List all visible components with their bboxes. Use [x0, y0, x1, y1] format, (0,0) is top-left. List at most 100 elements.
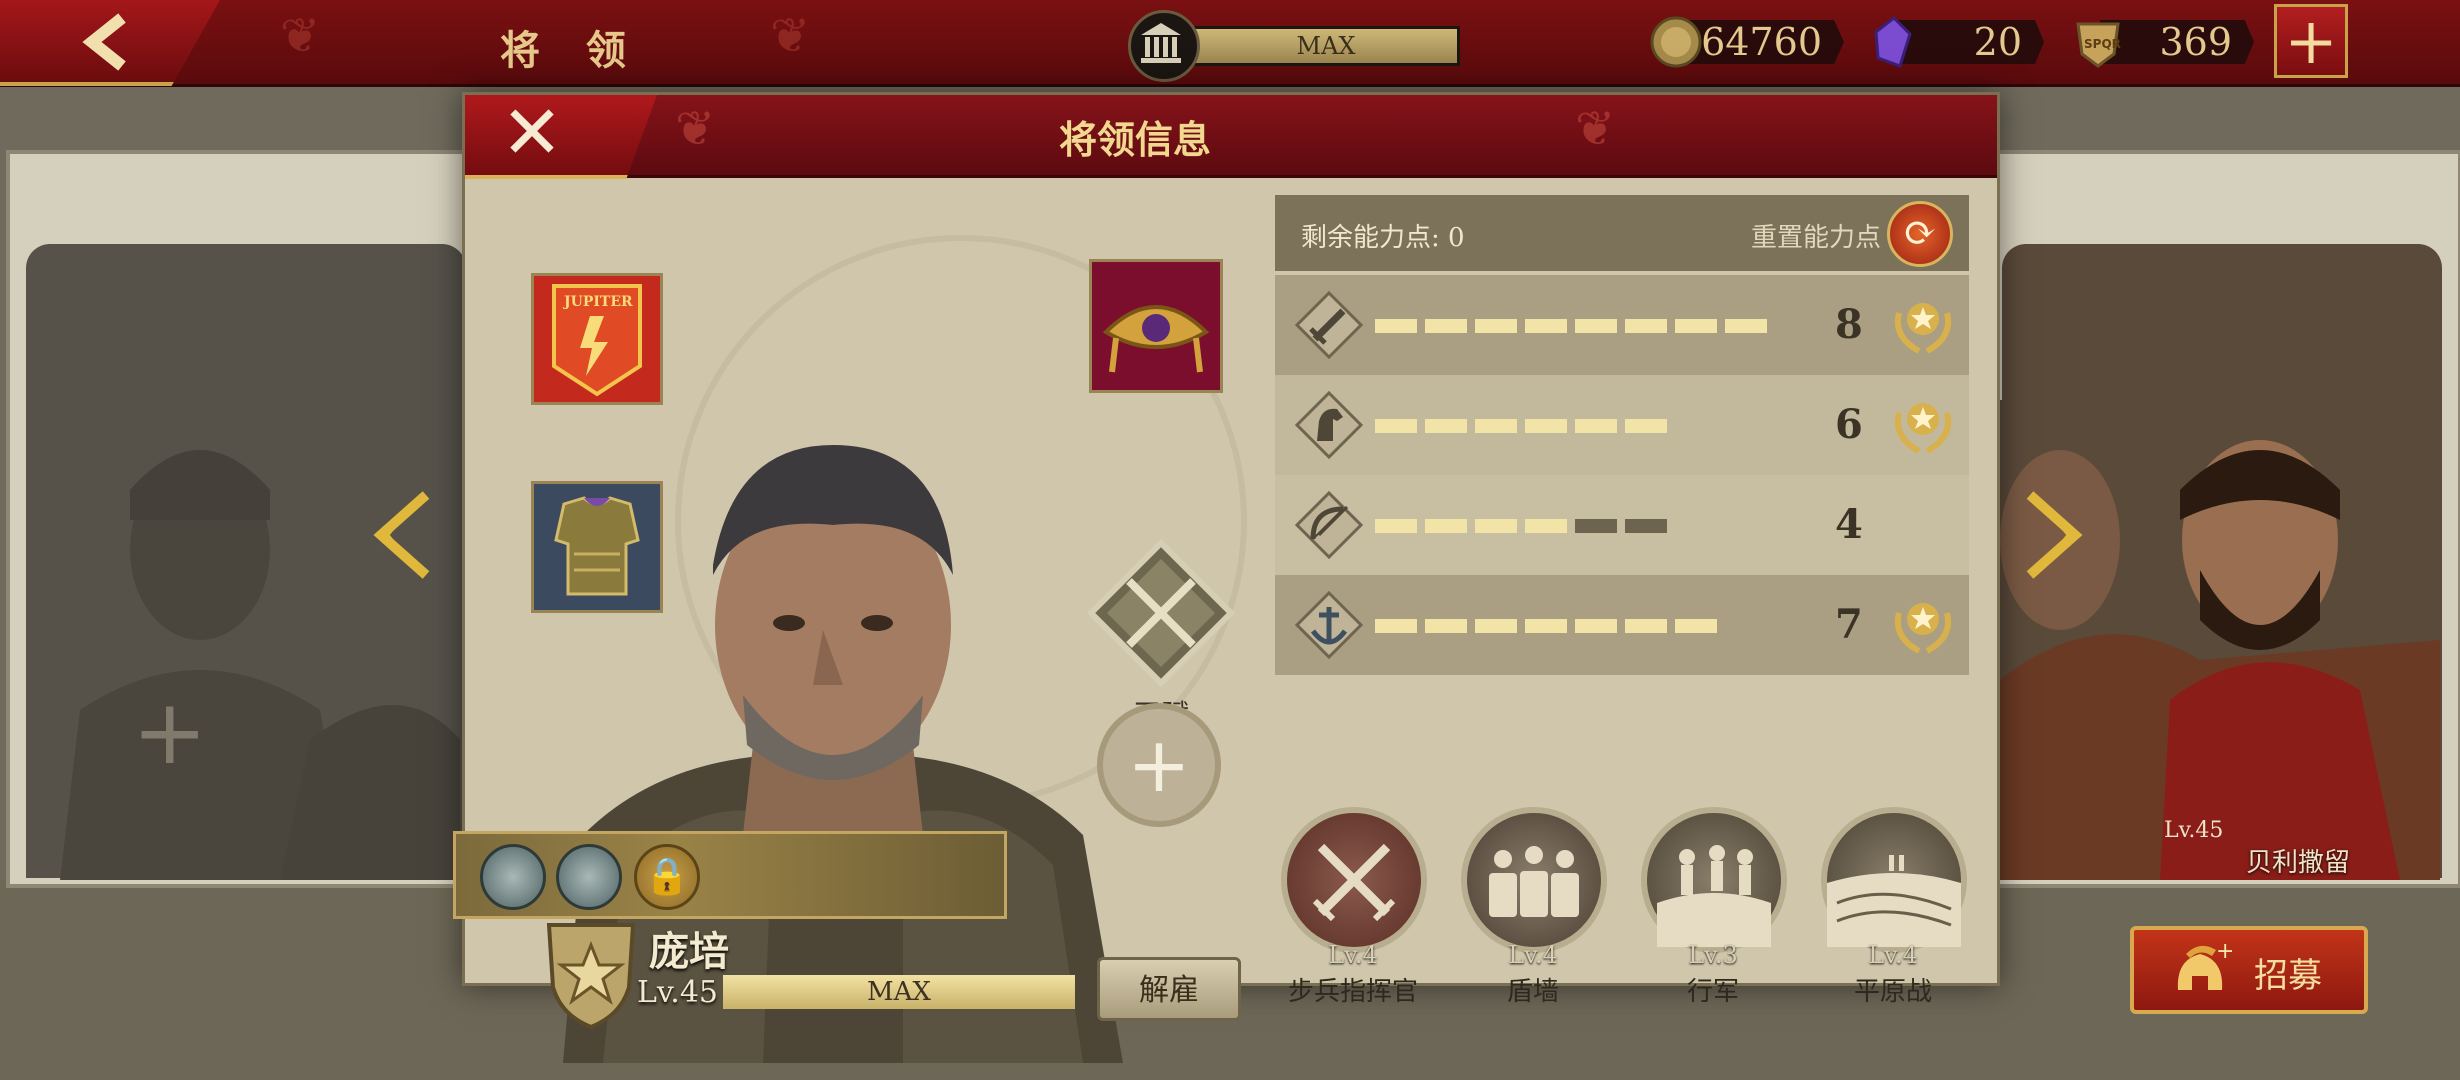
attribute-segment — [1575, 619, 1617, 633]
attribute-row-navy: 7 — [1275, 575, 1969, 675]
general-level: Lv.45 — [637, 975, 719, 1010]
refresh-icon: ⟳ — [1903, 210, 1937, 256]
attribute-segment — [1675, 319, 1717, 333]
anchor-icon — [1294, 590, 1364, 660]
svg-text:+: + — [2216, 940, 2232, 964]
plains-icon — [1821, 807, 1967, 953]
purple-crystal-icon — [1874, 16, 1912, 68]
laurel-medal-icon — [1895, 403, 1951, 454]
attribute-segment — [1425, 519, 1467, 533]
back-button[interactable] — [0, 0, 220, 86]
remaining-points-label: 剩余能力点: 0 — [1301, 223, 1465, 253]
building-level-bar: MAX — [1192, 26, 1460, 66]
attribute-segment — [1625, 519, 1667, 533]
laurel-decoration-icon: ❦ — [280, 8, 321, 64]
spqr-emblem-icon: SPQR — [2076, 22, 2121, 68]
attribute-row-infantry: 8 — [1275, 275, 1969, 375]
attribute-segment — [1575, 319, 1617, 333]
skill-level: Lv.4 — [1508, 941, 1558, 969]
attribute-segment — [1375, 419, 1417, 433]
laurel-decoration-icon: ❦ — [675, 101, 716, 157]
attribute-segment — [1525, 619, 1567, 633]
attribute-value: 7 — [1835, 601, 1863, 648]
back-arrow-icon — [82, 13, 126, 71]
close-icon: ✕ — [501, 90, 564, 176]
reset-points-label: 重置能力点 — [1750, 223, 1881, 253]
attribute-segment — [1675, 619, 1717, 633]
attribute-segment — [1425, 619, 1467, 633]
add-general-plus: + — [132, 680, 208, 785]
svg-text:SPQR: SPQR — [2084, 37, 2121, 51]
crystal-resource[interactable]: 20 — [1864, 14, 2044, 70]
side-general-portrait[interactable] — [2000, 400, 2440, 880]
dismiss-button[interactable]: 解雇 — [1097, 957, 1241, 1021]
skill-plains-battle[interactable]: Lv.4 平原战 — [1813, 807, 1973, 1027]
add-resource-button[interactable]: + — [2274, 4, 2348, 78]
skill-shield-wall[interactable]: Lv.4 盾墙 — [1453, 807, 1613, 1027]
armor-equipment-slot[interactable] — [531, 481, 663, 613]
temple-icon — [1128, 10, 1200, 82]
marching-soldiers-icon — [1641, 807, 1787, 953]
empty-general-slot[interactable]: + — [20, 410, 460, 880]
attribute-segment — [1625, 419, 1667, 433]
modal-header: ✕ ❦ ❦ 将领信息 — [465, 95, 1997, 179]
recruit-button[interactable]: + 招募 — [2130, 926, 2368, 1014]
page-title: 将 领 — [500, 27, 642, 74]
lock-icon[interactable]: 🔒 — [634, 844, 700, 910]
attribute-segment — [1525, 519, 1567, 533]
attribute-segment — [1425, 319, 1467, 333]
talent-crossed-swords-icon — [1086, 538, 1236, 688]
attribute-value: 6 — [1835, 401, 1863, 448]
crossed-swords-icon — [1281, 807, 1427, 953]
skill-gem-icon[interactable] — [480, 844, 546, 910]
spqr-resource[interactable]: 369 SPQR — [2070, 14, 2254, 70]
skill-gem-icon[interactable] — [556, 844, 622, 910]
side-general-name: 贝利撒留 — [2246, 848, 2351, 878]
plus-icon: + — [1127, 720, 1191, 809]
sword-icon — [1294, 290, 1364, 360]
relic-equipment-slot[interactable] — [1089, 259, 1223, 393]
skill-level: Lv.3 — [1688, 941, 1738, 969]
recruit-label: 招募 — [2254, 956, 2322, 996]
coin-icon — [1650, 16, 1702, 68]
laurel-decoration-icon: ❦ — [1575, 101, 1616, 157]
laurel-decoration-icon: ❦ — [770, 8, 811, 64]
attribute-segment — [1625, 619, 1667, 633]
svg-text:JUPITER: JUPITER — [562, 294, 633, 310]
building-level-chip[interactable]: MAX — [1128, 10, 1460, 82]
skill-level: Lv.4 — [1328, 941, 1378, 969]
laurel-medal-icon — [1895, 303, 1951, 354]
jupiter-banner-icon: JUPITER — [534, 276, 660, 402]
bow-icon — [1294, 490, 1364, 560]
laurel-medal-icon — [1895, 603, 1951, 654]
skill-name: 步兵指挥官 — [1287, 977, 1418, 1007]
attribute-segment — [1525, 319, 1567, 333]
skill-level: Lv.4 — [1868, 941, 1918, 969]
close-button[interactable]: ✕ — [465, 95, 657, 179]
attribute-segment — [1475, 519, 1517, 533]
banner-equipment-slot[interactable]: JUPITER — [531, 273, 663, 405]
prev-general-arrow-icon[interactable] — [366, 490, 436, 584]
coin-resource[interactable]: 64760 — [1648, 14, 1844, 70]
shield-wall-icon — [1461, 807, 1607, 953]
modal-title: 将领信息 — [1058, 117, 1211, 162]
general-info-modal: ✕ ❦ ❦ 将领信息 JUPITER + 🔒 庞培 Lv.45 MAX 解雇 剩… — [453, 92, 2000, 1063]
side-general-level: Lv.45 — [2164, 818, 2224, 843]
skill-gem-strip: 🔒 — [453, 831, 1007, 919]
helmet-icon: + — [2177, 940, 2232, 990]
attribute-segment — [1375, 319, 1417, 333]
attribute-value: 4 — [1835, 501, 1863, 548]
next-general-arrow-icon[interactable] — [2020, 490, 2090, 584]
add-skill-slot[interactable]: + — [1097, 703, 1221, 827]
attribute-segment — [1475, 419, 1517, 433]
top-bar: ❦ ❦ 将 领 MAX 64760 20 369 SPQR + — [0, 0, 2460, 87]
attribute-row-archer: 4 — [1275, 475, 1969, 575]
skill-march[interactable]: Lv.3 行军 — [1633, 807, 1793, 1027]
experience-bar: MAX — [723, 975, 1075, 1009]
attribute-value: 8 — [1835, 301, 1863, 348]
reset-points-button[interactable]: ⟳ — [1887, 201, 1953, 267]
skill-infantry-commander[interactable]: Lv.4 步兵指挥官 — [1273, 807, 1433, 1027]
attribute-row-cavalry: 6 — [1275, 375, 1969, 475]
attribute-segment — [1625, 319, 1667, 333]
general-name: 庞培 — [649, 928, 729, 975]
